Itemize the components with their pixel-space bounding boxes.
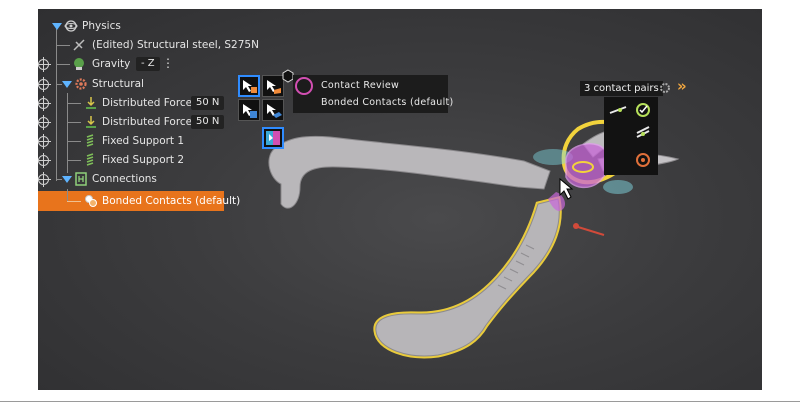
physics-icon xyxy=(64,20,78,32)
tree-label-physics: Physics xyxy=(82,20,121,32)
select-surface-tool[interactable] xyxy=(262,99,284,121)
tree-label-bonded-contacts: Bonded Contacts (default) xyxy=(102,195,241,207)
force-icon xyxy=(86,97,96,109)
tree-row-bonded-contacts[interactable]: Bonded Contacts (default) xyxy=(38,192,240,210)
pair-align-icon[interactable] xyxy=(608,101,628,119)
select-volume-icon xyxy=(243,104,257,118)
select-surface-icon xyxy=(267,104,282,118)
force-icon xyxy=(86,116,96,128)
tree-label-fixed-support-1: Fixed Support 1 xyxy=(102,135,185,147)
tree-label-force-2: Distributed Force 2 xyxy=(102,116,203,128)
page-divider xyxy=(0,401,800,402)
visibility-toggle-icon[interactable] xyxy=(38,115,51,130)
force-2-value[interactable]: 50 N xyxy=(191,115,225,129)
tree-row-physics[interactable]: Physics xyxy=(38,17,268,35)
tree-row-fixed-support-1[interactable]: Fixed Support 1 xyxy=(38,132,268,150)
contact-pairs-toolbar xyxy=(604,97,658,175)
tree-label-force-1: Distributed Force 1 xyxy=(102,97,203,109)
tree-row-gravity[interactable]: Gravity - Z ⋮ xyxy=(38,55,268,73)
expand-triangle-icon[interactable] xyxy=(62,176,72,183)
paint-select-icon xyxy=(266,131,280,145)
3d-viewport[interactable]: Physics (Edited) Structural steel, S275N… xyxy=(38,9,762,390)
visibility-toggle-icon[interactable] xyxy=(38,153,51,168)
visibility-toggle-icon[interactable] xyxy=(38,134,51,149)
tree-row-connections[interactable]: Connections xyxy=(38,170,268,188)
pair-target-icon[interactable] xyxy=(634,151,652,169)
fixed-support-icon xyxy=(86,153,94,166)
fixed-support-icon xyxy=(86,134,94,147)
pair-check-icon[interactable] xyxy=(634,101,652,119)
select-body-tool[interactable] xyxy=(238,75,260,97)
gravity-direction-value[interactable]: - Z xyxy=(136,57,160,71)
expand-triangle-icon[interactable] xyxy=(62,81,72,88)
expand-triangle-icon[interactable] xyxy=(52,23,62,30)
tree-label-structural: Structural xyxy=(92,78,144,90)
tree-label-connections: Connections xyxy=(92,173,157,185)
material-icon xyxy=(73,39,85,51)
structural-gear-icon xyxy=(75,78,87,90)
physics-tree: Physics (Edited) Structural steel, S275N… xyxy=(38,9,268,219)
upper-handle xyxy=(268,135,551,209)
tree-label-material: (Edited) Structural steel, S275N xyxy=(92,39,259,51)
visibility-toggle-icon[interactable] xyxy=(38,96,51,111)
force-1-value[interactable]: 50 N xyxy=(191,96,225,110)
gravity-icon xyxy=(74,58,84,70)
bonded-contact-icon xyxy=(85,195,97,207)
visibility-toggle-icon[interactable] xyxy=(38,172,51,187)
tree-row-material[interactable]: (Edited) Structural steel, S275N xyxy=(38,36,268,54)
menu-item-bonded-contacts[interactable]: Bonded Contacts (default) xyxy=(317,95,454,111)
visibility-toggle-icon[interactable] xyxy=(38,77,51,92)
tree-row-fixed-support-2[interactable]: Fixed Support 2 xyxy=(38,151,268,169)
vertical-dots-icon[interactable]: ⋮ xyxy=(162,56,174,70)
tree-row-force-2[interactable]: Distributed Force 2 50 N xyxy=(38,113,268,131)
tree-label-gravity: Gravity xyxy=(92,58,131,70)
tree-row-structural[interactable]: Structural xyxy=(38,75,268,93)
visibility-toggle-icon[interactable] xyxy=(38,57,51,72)
select-volume-tool[interactable] xyxy=(238,99,260,121)
selection-tool-panel xyxy=(238,75,298,159)
pair-slide-icon[interactable] xyxy=(634,125,652,143)
tree-label-fixed-support-2: Fixed Support 2 xyxy=(102,154,185,166)
menu-item-contact-review[interactable]: Contact Review xyxy=(317,78,399,94)
contact-pairs-count: 3 contact pairs xyxy=(580,81,663,96)
forward-icon[interactable]: » xyxy=(677,77,687,95)
connections-icon xyxy=(75,172,87,186)
lower-handle xyxy=(375,198,560,357)
settings-icon[interactable] xyxy=(658,81,672,95)
select-body-icon xyxy=(243,80,257,93)
contact-review-icon xyxy=(295,77,313,95)
tree-row-force-1[interactable]: Distributed Force 1 50 N xyxy=(38,94,268,112)
contact-context-menu: Contact Review Bonded Contacts (default) xyxy=(293,75,453,113)
paint-select-tool[interactable] xyxy=(262,127,284,149)
